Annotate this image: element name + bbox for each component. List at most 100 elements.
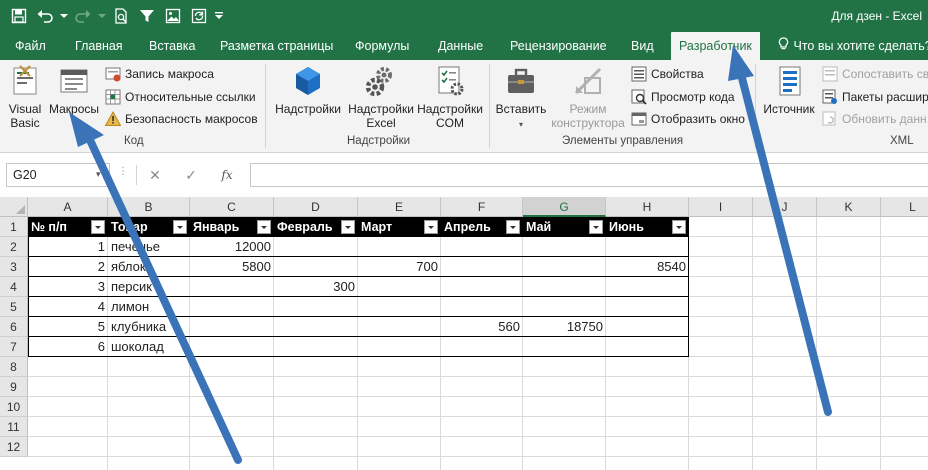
visual-basic-button[interactable]: Visual Basic bbox=[4, 64, 46, 130]
table-cell[interactable] bbox=[606, 337, 689, 357]
print-preview-icon[interactable] bbox=[108, 4, 134, 28]
image-icon[interactable] bbox=[160, 4, 186, 28]
view-code-button[interactable]: Просмотр кода bbox=[631, 87, 735, 107]
table-cell[interactable]: 300 bbox=[274, 277, 358, 297]
table-cell[interactable] bbox=[358, 317, 441, 337]
record-macro-button[interactable]: Запись макроса bbox=[105, 64, 214, 84]
table-cell[interactable] bbox=[606, 317, 689, 337]
tab-insert[interactable]: Вставка bbox=[149, 32, 195, 60]
tab-view[interactable]: Вид bbox=[631, 32, 654, 60]
row-header-8[interactable]: 8 bbox=[0, 357, 28, 377]
table-header-cell[interactable]: Май bbox=[523, 217, 606, 237]
column-header-a[interactable]: A bbox=[28, 197, 108, 217]
table-cell[interactable] bbox=[523, 337, 606, 357]
table-cell[interactable] bbox=[190, 277, 274, 297]
column-header-j[interactable]: J bbox=[753, 197, 817, 217]
table-cell[interactable] bbox=[274, 257, 358, 277]
table-cell[interactable]: 5 bbox=[28, 317, 108, 337]
xml-source-button[interactable]: Источник bbox=[759, 64, 819, 116]
row-header-10[interactable]: 10 bbox=[0, 397, 28, 417]
table-header-cell[interactable]: № п/п bbox=[28, 217, 108, 237]
row-header-4[interactable]: 4 bbox=[0, 277, 28, 297]
table-cell[interactable]: 12000 bbox=[190, 237, 274, 257]
table-header-cell[interactable]: Июнь bbox=[606, 217, 689, 237]
properties-button[interactable]: Свойства bbox=[631, 64, 704, 84]
table-cell[interactable]: шоколад bbox=[108, 337, 190, 357]
table-cell[interactable]: 700 bbox=[358, 257, 441, 277]
macro-security-button[interactable]: Безопасность макросов bbox=[104, 109, 258, 129]
tab-developer[interactable]: Разработчик bbox=[671, 32, 760, 60]
run-dialog-button[interactable]: Отобразить окно bbox=[631, 109, 745, 129]
filter-dropdown-icon[interactable] bbox=[589, 220, 603, 234]
table-cell[interactable] bbox=[358, 237, 441, 257]
table-cell[interactable] bbox=[441, 277, 523, 297]
table-cell[interactable]: 560 bbox=[441, 317, 523, 337]
table-cell[interactable] bbox=[441, 337, 523, 357]
chevron-down-icon[interactable]: ▾ bbox=[96, 169, 101, 180]
table-cell[interactable] bbox=[606, 237, 689, 257]
tab-file[interactable]: Файл bbox=[15, 32, 46, 60]
row-header-1[interactable]: 1 bbox=[0, 217, 28, 237]
row-header-2[interactable]: 2 bbox=[0, 237, 28, 257]
filter-dropdown-icon[interactable] bbox=[424, 220, 438, 234]
table-cell[interactable]: 2 bbox=[28, 257, 108, 277]
row-header-3[interactable]: 3 bbox=[0, 257, 28, 277]
row-header-6[interactable]: 6 bbox=[0, 317, 28, 337]
table-header-cell[interactable]: Январь bbox=[190, 217, 274, 237]
table-cell[interactable]: лимон bbox=[108, 297, 190, 317]
relative-references-button[interactable]: Относительные ссылки bbox=[105, 87, 256, 107]
row-header-12[interactable]: 12 bbox=[0, 437, 28, 457]
column-header-l[interactable]: L bbox=[881, 197, 928, 217]
filter-dropdown-icon[interactable] bbox=[672, 220, 686, 234]
tab-home[interactable]: Главная bbox=[75, 32, 123, 60]
name-box[interactable]: G20 bbox=[6, 163, 110, 187]
column-header-b[interactable]: B bbox=[108, 197, 190, 217]
tell-me-box[interactable]: Что вы хотите сделать? bbox=[778, 32, 928, 60]
table-cell[interactable]: 5800 bbox=[190, 257, 274, 277]
enter-icon[interactable]: ✓ bbox=[181, 165, 201, 185]
table-cell[interactable] bbox=[274, 337, 358, 357]
filter-icon[interactable] bbox=[134, 4, 160, 28]
expansion-packs-button[interactable]: Пакеты расшир bbox=[822, 87, 928, 107]
column-header-g[interactable]: G bbox=[523, 197, 606, 217]
select-all-button[interactable] bbox=[0, 197, 28, 217]
undo-dropdown-icon[interactable] bbox=[58, 4, 70, 28]
table-cell[interactable] bbox=[358, 277, 441, 297]
column-header-k[interactable]: K bbox=[817, 197, 881, 217]
insert-control-button[interactable]: Вставить ▾ bbox=[494, 64, 548, 132]
resize-handle-icon[interactable]: ⋮ bbox=[118, 166, 128, 177]
table-cell[interactable]: печенье bbox=[108, 237, 190, 257]
table-cell[interactable] bbox=[523, 237, 606, 257]
addins-button[interactable]: Надстройки bbox=[273, 64, 343, 116]
tab-data[interactable]: Данные bbox=[438, 32, 483, 60]
table-cell[interactable]: 4 bbox=[28, 297, 108, 317]
tab-formulas[interactable]: Формулы bbox=[355, 32, 409, 60]
table-cell[interactable] bbox=[523, 257, 606, 277]
table-header-cell[interactable]: Апрель bbox=[441, 217, 523, 237]
insert-function-icon[interactable]: fx bbox=[217, 165, 237, 185]
table-cell[interactable]: 1 bbox=[28, 237, 108, 257]
row-header-7[interactable]: 7 bbox=[0, 337, 28, 357]
column-header-d[interactable]: D bbox=[274, 197, 358, 217]
table-cell[interactable] bbox=[606, 297, 689, 317]
row-header-9[interactable]: 9 bbox=[0, 377, 28, 397]
table-cell[interactable]: 6 bbox=[28, 337, 108, 357]
table-cell[interactable]: 3 bbox=[28, 277, 108, 297]
table-cell[interactable] bbox=[274, 297, 358, 317]
column-header-e[interactable]: E bbox=[358, 197, 441, 217]
table-cell[interactable]: клубника bbox=[108, 317, 190, 337]
table-cell[interactable]: яблоко bbox=[108, 257, 190, 277]
save-icon[interactable] bbox=[6, 4, 32, 28]
table-cell[interactable] bbox=[190, 297, 274, 317]
table-cell[interactable] bbox=[190, 317, 274, 337]
table-cell[interactable] bbox=[274, 317, 358, 337]
column-header-f[interactable]: F bbox=[441, 197, 523, 217]
table-cell[interactable] bbox=[523, 297, 606, 317]
tab-review[interactable]: Рецензирование bbox=[510, 32, 607, 60]
table-cell[interactable] bbox=[523, 277, 606, 297]
filter-dropdown-icon[interactable] bbox=[506, 220, 520, 234]
table-cell[interactable] bbox=[274, 237, 358, 257]
table-header-cell[interactable]: Товар bbox=[108, 217, 190, 237]
row-header-11[interactable]: 11 bbox=[0, 417, 28, 437]
filter-dropdown-icon[interactable] bbox=[341, 220, 355, 234]
